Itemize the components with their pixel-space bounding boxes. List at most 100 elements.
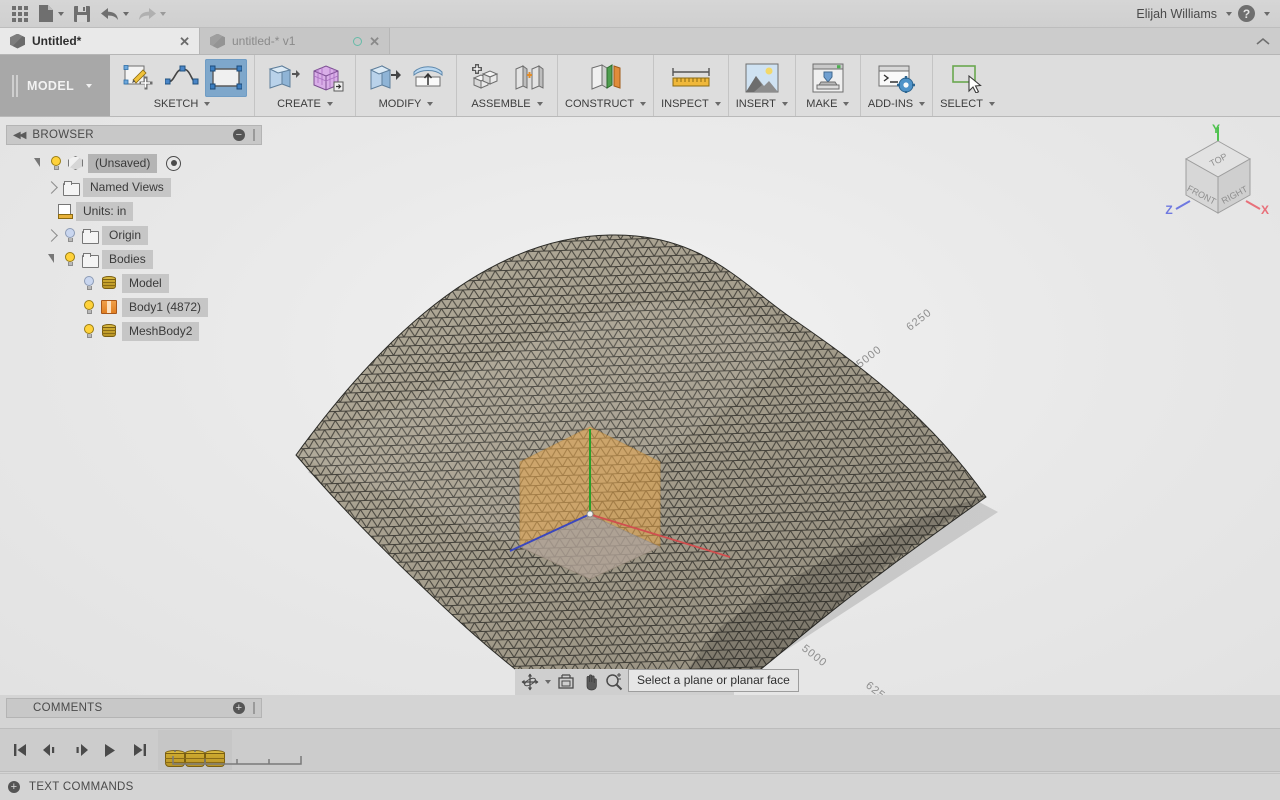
create-mesh-button[interactable] [306, 59, 348, 97]
extrude-button[interactable] [262, 59, 304, 97]
ribbon-group-text: CONSTRUCT [565, 98, 635, 110]
undo-button[interactable] [96, 1, 133, 27]
minus-circle-icon[interactable]: − [233, 129, 245, 141]
three-d-print-button[interactable] [803, 59, 853, 97]
ribbon-group-label[interactable]: CREATE [277, 98, 333, 110]
go-to-end-button[interactable] [130, 739, 150, 761]
ribbon-group-label[interactable]: SELECT [940, 98, 995, 110]
panel-grip[interactable] [253, 702, 255, 714]
look-at-button[interactable] [554, 671, 578, 693]
tree-item-body1[interactable]: Body1 (4872) [6, 295, 262, 319]
offset-plane-button[interactable] [579, 59, 633, 97]
document-tab-untitled-v1[interactable]: untitled-* v1 ✕ [200, 28, 390, 54]
new-file-button[interactable] [34, 1, 68, 27]
ribbon-group-label[interactable]: ADD-INS [868, 98, 926, 110]
expander-icon[interactable] [44, 223, 58, 247]
visibility-bulb-icon[interactable] [82, 323, 96, 339]
create-sketch-button[interactable] [117, 59, 159, 97]
select-cursor-icon [951, 65, 982, 93]
visibility-bulb-icon[interactable] [63, 251, 77, 267]
ribbon-group-label[interactable]: INSERT [736, 98, 788, 110]
cube-icon [10, 34, 25, 49]
tree-item-model[interactable]: Model [6, 271, 262, 295]
new-component-button[interactable] [464, 59, 506, 97]
ribbon-group-label[interactable]: SKETCH [154, 98, 211, 110]
timeline-playhead-marker[interactable] [212, 743, 226, 757]
play-button[interactable] [100, 739, 120, 761]
target-icon[interactable] [166, 155, 182, 171]
skip-start-icon [14, 744, 26, 756]
help-icon[interactable]: ? [1238, 5, 1255, 22]
tree-item-meshbody2[interactable]: MeshBody2 [6, 319, 262, 343]
ribbon-group-label[interactable]: MAKE [806, 98, 850, 110]
spline-button[interactable] [161, 59, 203, 97]
tree-item-units[interactable]: Units: in [6, 199, 262, 223]
pan-button[interactable] [578, 671, 602, 693]
folder-icon [82, 252, 99, 268]
timeline-track[interactable] [158, 730, 302, 770]
visibility-bulb-icon[interactable] [82, 299, 96, 315]
viewcube-axis-label-x: X [1261, 203, 1269, 217]
tree-item-label: Units: in [76, 201, 134, 221]
panel-grip[interactable] [253, 129, 255, 141]
view-cube[interactable]: TOP FRONT RIGHT Y Z X [1160, 119, 1272, 227]
go-to-beginning-button[interactable] [10, 739, 30, 761]
extrude-icon [268, 65, 300, 89]
create-sketch-plane-button[interactable] [205, 59, 247, 97]
ribbon-group-addins: ADD-INS [861, 55, 934, 116]
viewcube-axis-label-z: Z [1165, 203, 1172, 217]
redo-button[interactable] [133, 1, 170, 27]
step-back-button[interactable] [40, 739, 60, 761]
workspace-switcher-button[interactable]: MODEL [0, 55, 110, 116]
ribbon-group-label[interactable]: INSPECT [661, 98, 721, 110]
step-forward-button[interactable] [70, 739, 90, 761]
save-button[interactable] [68, 1, 96, 27]
ribbon-group-label[interactable]: MODIFY [379, 98, 434, 110]
step-forward-icon [76, 744, 88, 756]
select-tool-button[interactable] [943, 59, 993, 97]
expander-icon[interactable] [30, 151, 44, 175]
plus-circle-icon[interactable]: + [233, 702, 245, 714]
offset-face-button[interactable] [407, 59, 449, 97]
close-icon[interactable]: ✕ [179, 35, 190, 48]
timeline-connector [172, 756, 302, 765]
ribbon-group-assemble: ASSEMBLE [457, 55, 558, 116]
text-commands-bar[interactable]: + TEXT COMMANDS [0, 773, 1280, 800]
origin-point[interactable] [586, 510, 594, 518]
app-grid-button[interactable] [6, 1, 34, 27]
visibility-bulb-icon[interactable] [63, 227, 77, 243]
viewcube-axis-z [1175, 200, 1191, 210]
visibility-bulb-icon[interactable] [49, 155, 63, 171]
viewport-canvas[interactable]: 6250 5000 5000 6250 ◀◀ BROWSER − (Unsave… [0, 117, 1280, 695]
insert-image-button[interactable] [736, 59, 788, 97]
chevron-down-icon[interactable] [1226, 11, 1232, 16]
tree-item-unsaved[interactable]: (Unsaved) [6, 151, 262, 175]
collapse-ribbon-button[interactable] [1256, 28, 1280, 54]
cube-icon [68, 156, 83, 170]
expander-icon[interactable] [44, 247, 58, 271]
chevron-down-icon[interactable] [545, 680, 551, 684]
press-pull-button[interactable] [363, 59, 405, 97]
chevron-down-icon[interactable] [1264, 11, 1270, 16]
comments-panel[interactable]: COMMENTS + [6, 698, 262, 718]
visibility-bulb-icon[interactable] [82, 275, 96, 291]
ribbon-group-label[interactable]: ASSEMBLE [471, 98, 543, 110]
scripts-addins-button[interactable] [869, 59, 925, 97]
tree-item-origin[interactable]: Origin [6, 223, 262, 247]
chevron-down-icon [919, 102, 926, 106]
joint-button[interactable] [508, 59, 550, 97]
double-left-arrow-icon[interactable]: ◀◀ [13, 130, 26, 141]
zoom-button[interactable] [602, 671, 626, 693]
tree-item-bodies[interactable]: Bodies [6, 247, 262, 271]
plus-circle-icon[interactable]: + [8, 781, 20, 793]
offset-face-icon [413, 66, 443, 87]
view-cube-graphic[interactable]: TOP FRONT RIGHT Y Z X [1160, 119, 1272, 227]
printer-icon [812, 63, 844, 93]
ribbon-group-label[interactable]: CONSTRUCT [565, 98, 647, 110]
close-icon[interactable]: ✕ [369, 35, 380, 48]
orbit-button[interactable] [518, 671, 542, 693]
tree-item-named-views[interactable]: Named Views [6, 175, 262, 199]
expander-icon[interactable] [44, 175, 58, 199]
measure-button[interactable] [664, 59, 718, 97]
document-tab-untitled[interactable]: Untitled* ✕ [0, 28, 200, 54]
